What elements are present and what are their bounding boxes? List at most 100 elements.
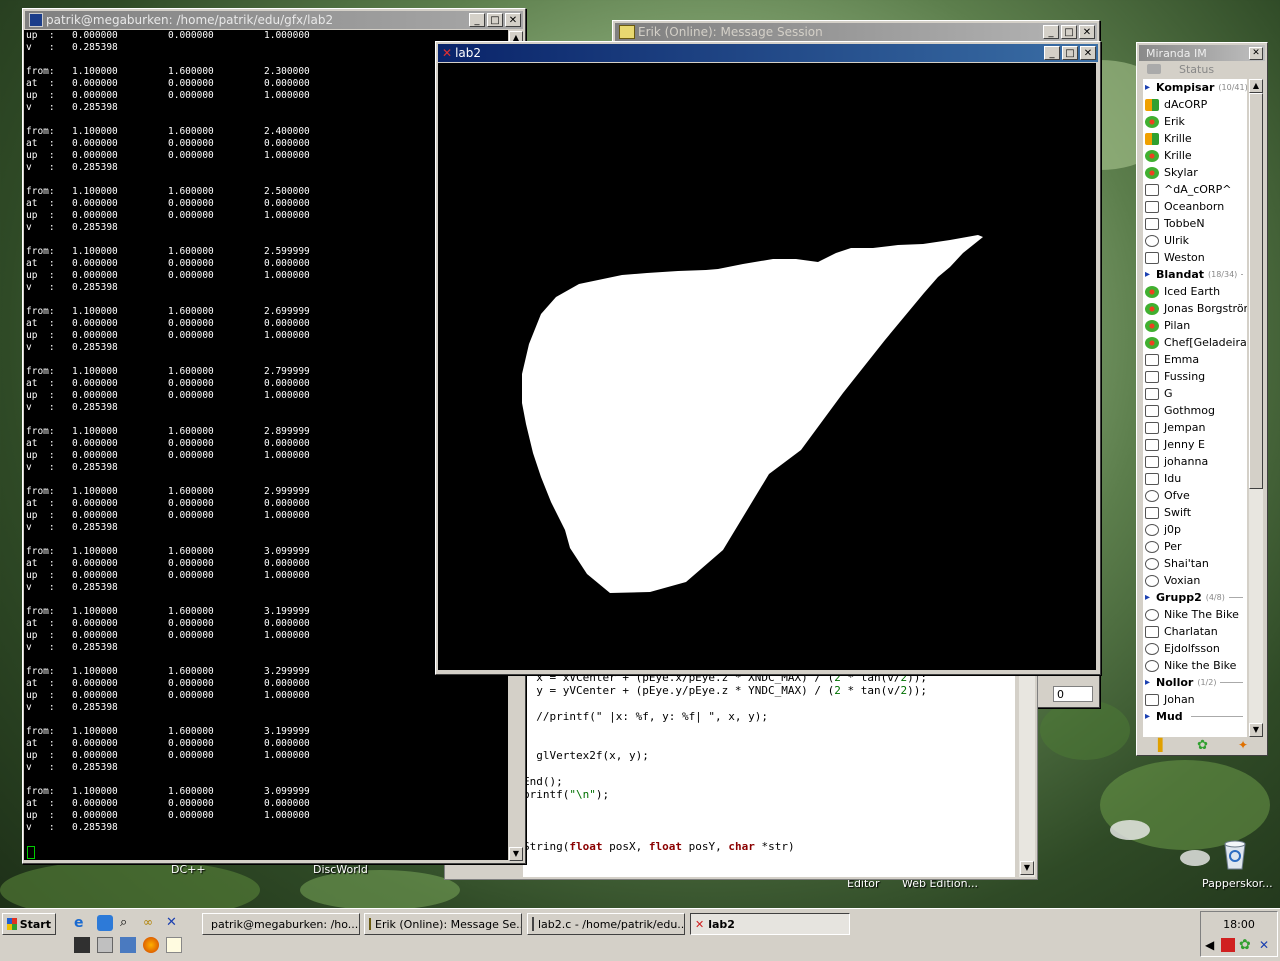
contact-group[interactable]: ▸ Nollor (1/2)	[1143, 674, 1247, 691]
aim-runner-icon[interactable]: ✦	[1238, 738, 1248, 752]
scroll-down-arrow[interactable]: ▼	[1249, 723, 1263, 737]
contact-item[interactable]: johanna	[1143, 453, 1247, 470]
contact-item[interactable]: Jempan	[1143, 419, 1247, 436]
glasses-icon[interactable]: ∞	[143, 915, 159, 931]
scroll-down-arrow[interactable]: ▼	[509, 847, 523, 861]
expand-arrow-icon[interactable]: ▸	[1145, 79, 1150, 96]
minimize-button[interactable]: _	[469, 13, 485, 27]
terminal-line: at :0.000000 0.000000 0.000000	[26, 678, 310, 689]
contact-item[interactable]: Voxian	[1143, 572, 1247, 589]
msn-icon[interactable]: ▌	[1158, 738, 1167, 752]
contact-item[interactable]: Swift	[1143, 504, 1247, 521]
contact-item[interactable]: Ejdolfsson	[1143, 640, 1247, 657]
icq-flower-icon[interactable]: ✿	[1197, 738, 1208, 753]
contact-item[interactable]: Johan	[1143, 691, 1247, 708]
close-button[interactable]: ✕	[1080, 46, 1096, 60]
firefox-icon[interactable]	[143, 937, 159, 953]
contact-item[interactable]: TobbeN	[1143, 215, 1247, 232]
close-button[interactable]: ✕	[505, 13, 521, 27]
film-icon[interactable]	[74, 937, 90, 953]
minimize-button[interactable]: _	[1044, 46, 1060, 60]
task-message-session[interactable]: Erik (Online): Message Se...	[364, 913, 522, 935]
search-icon[interactable]: ⌕	[120, 915, 136, 931]
contact-item[interactable]: G	[1143, 385, 1247, 402]
contact-item[interactable]: ^dA_cORP^	[1143, 181, 1247, 198]
contact-item[interactable]: Nike The Bike	[1143, 606, 1247, 623]
offline-status-icon	[1145, 217, 1159, 230]
maximize-button[interactable]: □	[1062, 46, 1078, 60]
network-icon[interactable]	[97, 915, 113, 931]
close-button[interactable]: ✕	[1249, 46, 1263, 60]
task-terminal[interactable]: patrik@megaburken: /ho...	[202, 913, 360, 935]
contact-group[interactable]: ▸ Mud	[1143, 708, 1247, 725]
expand-arrow-icon[interactable]: ▸	[1145, 266, 1150, 283]
message-session-titlebar[interactable]: Erik (Online): Message Session _ □ ✕	[615, 23, 1097, 41]
opengl-canvas[interactable]	[438, 63, 1096, 670]
code-area[interactable]: x = xVCenter + (pEye.x/pEye.z * XNDC_MAX…	[523, 671, 1015, 877]
contact-item[interactable]: Nike the Bike	[1143, 657, 1247, 674]
volume-icon[interactable]: ◀	[1205, 938, 1214, 952]
desktop-icon-dcpp[interactable]: DC++	[171, 863, 206, 876]
contact-item[interactable]: Idu	[1143, 470, 1247, 487]
editor-scrollbar[interactable]: ▼	[1019, 671, 1035, 877]
close-button[interactable]: ✕	[1079, 25, 1095, 39]
contact-item[interactable]: Per	[1143, 538, 1247, 555]
clock[interactable]: 18:00	[1201, 918, 1277, 931]
desktop-icon-discworld[interactable]: DiscWorld	[313, 863, 368, 876]
close-tool-icon[interactable]: ✕	[166, 915, 182, 931]
start-button[interactable]: Start	[2, 913, 56, 935]
x-icon[interactable]: ✕	[1259, 938, 1269, 952]
contact-group[interactable]: ▸ Kompisar (10/41)	[1143, 79, 1247, 96]
scroll-thumb[interactable]	[1249, 93, 1263, 489]
task-editor[interactable]: lab2.c - /home/patrik/edu...	[527, 913, 685, 935]
message-session-icon	[619, 25, 635, 39]
expand-arrow-icon[interactable]: ▸	[1145, 708, 1150, 725]
contact-item[interactable]: Krille	[1143, 147, 1247, 164]
contact-item[interactable]: Iced Earth	[1143, 283, 1247, 300]
notepad-icon[interactable]	[166, 937, 182, 953]
contact-item[interactable]: Gothmog	[1143, 402, 1247, 419]
ie-icon[interactable]: e	[74, 915, 90, 931]
desktop-icon-recycle-bin[interactable]: Papperskor...	[1202, 877, 1273, 890]
expand-arrow-icon[interactable]: ▸	[1145, 674, 1150, 691]
scroll-down-arrow[interactable]: ▼	[1020, 861, 1034, 875]
lab2-titlebar[interactable]: ✕ lab2 _ □ ✕	[438, 44, 1098, 62]
expand-arrow-icon[interactable]: ▸	[1145, 589, 1150, 606]
contact-name: Emma	[1164, 353, 1200, 366]
maximize-button[interactable]: □	[487, 13, 503, 27]
contact-item[interactable]: Chef[Geladeira]	[1143, 334, 1247, 351]
status-bar[interactable]: Status	[1143, 61, 1261, 77]
contact-item[interactable]: Oceanborn	[1143, 198, 1247, 215]
recycle-bin-icon[interactable]	[1222, 838, 1248, 870]
contact-scrollbar[interactable]: ▲ ▼	[1249, 79, 1263, 737]
miranda-titlebar[interactable]: Miranda IM ✕	[1139, 45, 1265, 61]
contact-item[interactable]: Fussing	[1143, 368, 1247, 385]
contact-item[interactable]: Pilan	[1143, 317, 1247, 334]
task-lab2[interactable]: ✕ lab2	[690, 913, 850, 935]
network-places-icon[interactable]	[120, 937, 136, 953]
contact-group[interactable]: ▸ Grupp2 (4/8)	[1143, 589, 1247, 606]
contact-group[interactable]: ▸ Blandat (18/34)	[1143, 266, 1247, 283]
maximize-button[interactable]: □	[1061, 25, 1077, 39]
antivirus-icon[interactable]	[1221, 938, 1235, 952]
contact-item[interactable]: Shai'tan	[1143, 555, 1247, 572]
terminal-titlebar[interactable]: patrik@megaburken: /home/patrik/edu/gfx/…	[25, 11, 523, 29]
contact-list[interactable]: ▸ Kompisar (10/41) dAcORP Erik Krille Krille Sk…	[1143, 79, 1247, 737]
scroll-up-arrow[interactable]: ▲	[1249, 79, 1263, 93]
minimize-button[interactable]: _	[1043, 25, 1059, 39]
contact-item[interactable]: Krille	[1143, 130, 1247, 147]
contact-item[interactable]: Ofve	[1143, 487, 1247, 504]
contact-item[interactable]: Emma	[1143, 351, 1247, 368]
contact-item[interactable]: j0p	[1143, 521, 1247, 538]
contact-item[interactable]: Charlatan	[1143, 623, 1247, 640]
contact-item[interactable]: Ulrik	[1143, 232, 1247, 249]
contact-item[interactable]: dAcORP	[1143, 96, 1247, 113]
contact-item[interactable]: Erik	[1143, 113, 1247, 130]
contact-item[interactable]: Jenny E	[1143, 436, 1247, 453]
calculator-icon[interactable]	[97, 937, 113, 953]
contact-item[interactable]: Weston	[1143, 249, 1247, 266]
offline-status-icon	[1145, 183, 1159, 196]
contact-item[interactable]: Jonas Borgström	[1143, 300, 1247, 317]
icq-flower-icon[interactable]: ✿	[1239, 937, 1251, 953]
contact-item[interactable]: Skylar	[1143, 164, 1247, 181]
